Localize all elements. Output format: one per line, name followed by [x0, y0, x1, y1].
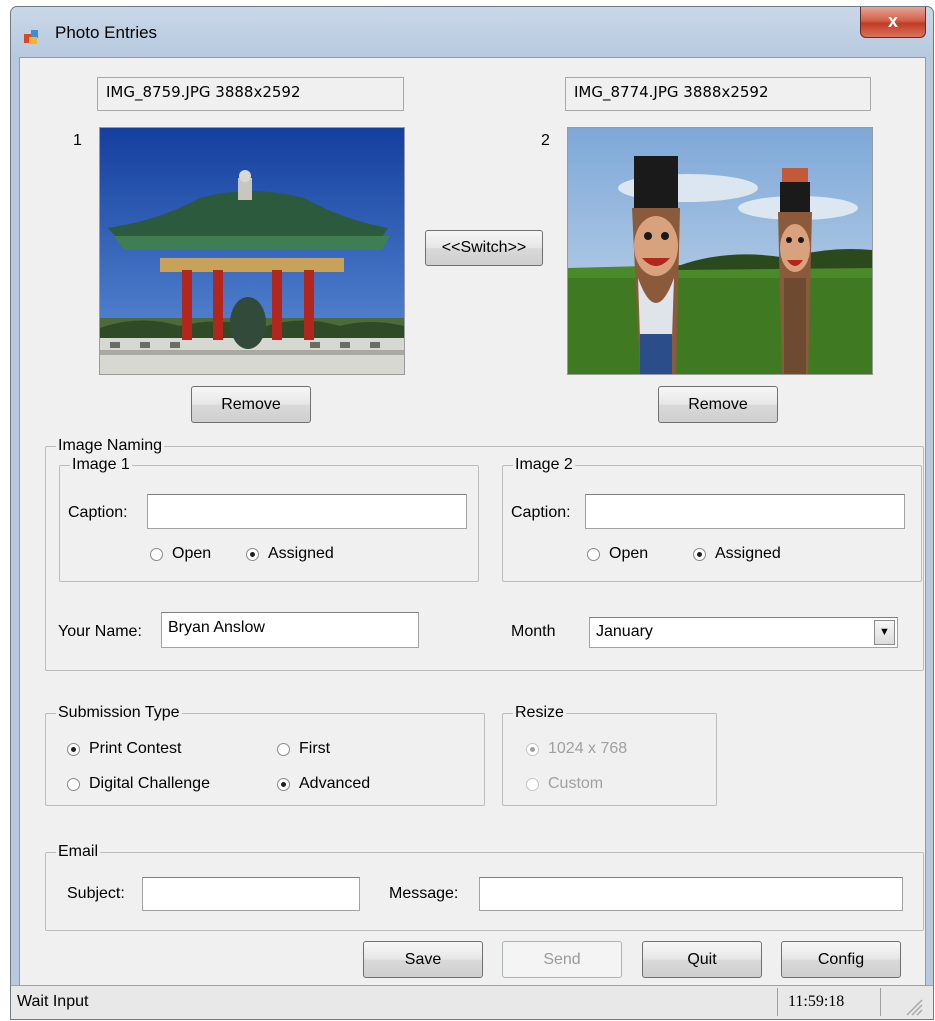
resize-custom-radio: Custom: [526, 775, 603, 793]
month-label: Month: [511, 623, 556, 640]
app-icon: [24, 30, 38, 44]
photo2-thumbnail[interactable]: [567, 127, 873, 375]
month-select[interactable]: January ▼: [589, 617, 898, 648]
subject-label: Subject:: [67, 885, 125, 902]
image2-legend: Image 2: [513, 456, 575, 474]
config-button[interactable]: Config: [781, 941, 901, 978]
photo2-index: 2: [541, 132, 550, 149]
your-name-label: Your Name:: [58, 623, 142, 640]
status-bar: Wait Input 11:59:18: [11, 985, 933, 1019]
email-legend: Email: [56, 843, 101, 861]
send-button: Send: [502, 941, 622, 978]
photo2-file-info: IMG_8774.JPG 3888x2592: [565, 77, 871, 111]
radio-on-icon: [67, 742, 80, 756]
radio-off-icon: [150, 547, 163, 561]
advanced-label: Advanced: [299, 775, 371, 792]
radio-off-icon: [587, 547, 600, 561]
resize-grip-icon[interactable]: [897, 994, 923, 1016]
advanced-radio[interactable]: Advanced: [277, 775, 370, 793]
first-label: First: [299, 740, 331, 757]
month-value: January: [596, 623, 653, 640]
image1-assigned-label: Assigned: [268, 545, 334, 562]
client-area: IMG_8759.JPG 3888x2592 1 Remove <<Switch…: [19, 57, 926, 986]
save-button[interactable]: Save: [363, 941, 483, 978]
image2-open-label: Open: [609, 545, 649, 562]
dropdown-arrow-icon[interactable]: ▼: [874, 620, 895, 645]
radio-off-icon: [277, 742, 290, 756]
image2-caption-input[interactable]: [585, 494, 905, 529]
image1-caption-label: Caption:: [68, 504, 128, 521]
resize-1024-radio: 1024 x 768: [526, 740, 627, 758]
image2-caption-label: Caption:: [511, 504, 571, 521]
resize-legend: Resize: [513, 704, 566, 722]
radio-on-icon: [526, 742, 539, 756]
title-bar[interactable]: Photo Entries x: [11, 7, 933, 59]
photo1-index: 1: [73, 132, 82, 149]
close-button[interactable]: x: [860, 7, 926, 38]
radio-on-icon: [246, 547, 259, 561]
message-label: Message:: [389, 885, 459, 902]
remove-photo1-button[interactable]: Remove: [191, 386, 311, 423]
digital-challenge-label: Digital Challenge: [89, 775, 210, 792]
image1-open-label: Open: [172, 545, 212, 562]
remove-photo2-button[interactable]: Remove: [658, 386, 778, 423]
radio-off-icon: [67, 777, 80, 791]
image-naming-legend: Image Naming: [56, 437, 165, 455]
photo-entries-window: Photo Entries x IMG_8759.JPG 3888x2592 1: [10, 6, 934, 1020]
photo1-file-info: IMG_8759.JPG 3888x2592: [97, 77, 404, 111]
switch-button[interactable]: <<Switch>>: [425, 230, 543, 266]
your-name-input[interactable]: Bryan Anslow: [161, 612, 419, 648]
resize-1024-label: 1024 x 768: [548, 740, 628, 757]
submission-type-legend: Submission Type: [56, 704, 182, 722]
window-title: Photo Entries: [55, 23, 158, 42]
image1-assigned-radio[interactable]: Assigned: [246, 545, 334, 563]
quit-button[interactable]: Quit: [642, 941, 762, 978]
image2-assigned-radio[interactable]: Assigned: [693, 545, 781, 563]
resize-custom-label: Custom: [548, 775, 604, 792]
radio-on-icon: [693, 547, 706, 561]
image1-legend: Image 1: [70, 456, 132, 474]
image1-caption-input[interactable]: [147, 494, 467, 529]
photo1-thumbnail[interactable]: [99, 127, 405, 375]
image2-assigned-label: Assigned: [715, 545, 781, 562]
print-contest-radio[interactable]: Print Contest: [67, 740, 181, 758]
status-text: Wait Input: [17, 993, 89, 1010]
photo2-totem-image: [568, 128, 872, 374]
print-contest-label: Print Contest: [89, 740, 182, 757]
first-radio[interactable]: First: [277, 740, 330, 758]
radio-off-icon: [526, 777, 539, 791]
digital-challenge-radio[interactable]: Digital Challenge: [67, 775, 210, 793]
image2-open-radio[interactable]: Open: [587, 545, 648, 563]
image1-open-radio[interactable]: Open: [150, 545, 211, 563]
photo1-pavilion-image: [100, 128, 404, 374]
status-time: 11:59:18: [777, 988, 881, 1016]
radio-on-icon: [277, 777, 290, 791]
message-input[interactable]: [479, 877, 903, 911]
subject-input[interactable]: [142, 877, 360, 911]
